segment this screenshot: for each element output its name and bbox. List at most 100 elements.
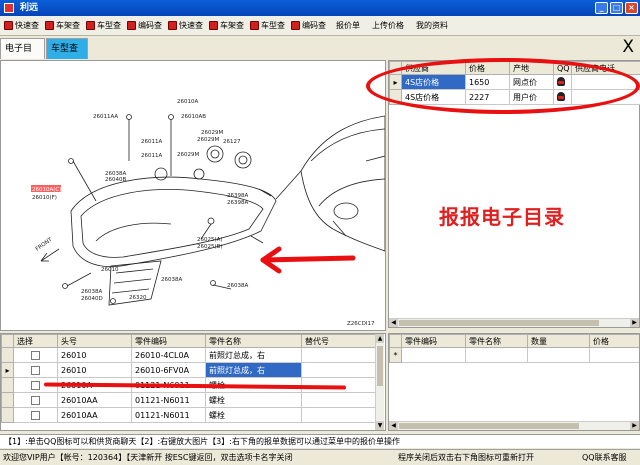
- scroll-right-icon[interactable]: ▶: [630, 422, 639, 430]
- part-code-cell[interactable]: 01121-N6011: [132, 393, 206, 408]
- close-button[interactable]: ×: [625, 2, 638, 14]
- scroll-left-icon[interactable]: ◀: [389, 319, 398, 327]
- alt-number-cell[interactable]: [302, 393, 378, 408]
- select-cell[interactable]: [14, 348, 58, 363]
- alt-number-cell[interactable]: [302, 348, 378, 363]
- detail-cell[interactable]: [402, 348, 466, 363]
- promo-text: 报报电子目录: [439, 201, 565, 230]
- diagram-label[interactable]: 26398A: [227, 200, 248, 206]
- diagram-label[interactable]: 26127: [223, 139, 241, 145]
- part-name-cell[interactable]: 螺栓: [206, 408, 302, 423]
- diagram-label[interactable]: 26040D: [81, 296, 103, 302]
- table-row[interactable]: 26010AA 01121-N6011 螺栓: [2, 408, 378, 423]
- head-number-cell[interactable]: 26010AA: [58, 393, 132, 408]
- diagram-label[interactable]: 26040B: [105, 177, 126, 183]
- select-checkbox[interactable]: [31, 351, 40, 360]
- column-header[interactable]: 数量: [528, 335, 590, 348]
- detail-cell[interactable]: [466, 348, 528, 363]
- select-checkbox[interactable]: [31, 366, 40, 375]
- diagram-label[interactable]: 26038A: [81, 289, 102, 295]
- select-cell[interactable]: [14, 408, 58, 423]
- select-cell[interactable]: [14, 393, 58, 408]
- diagram-label[interactable]: 26029M: [177, 152, 199, 158]
- column-header[interactable]: 头号: [58, 335, 132, 348]
- select-checkbox[interactable]: [31, 396, 40, 405]
- part-name-cell[interactable]: 前照灯总成，右: [206, 363, 302, 378]
- diagram-label[interactable]: 26010(F): [32, 195, 57, 201]
- scroll-thumb[interactable]: [377, 346, 383, 386]
- close-tab-icon[interactable]: X: [622, 37, 634, 57]
- diagram-label[interactable]: 26025(A): [197, 237, 223, 243]
- part-name-cell[interactable]: 螺栓: [206, 393, 302, 408]
- tab-model-search[interactable]: 车型查: [46, 38, 88, 59]
- parts-vertical-scrollbar[interactable]: ▲ ▼: [375, 334, 384, 430]
- alt-number-cell[interactable]: [302, 408, 378, 423]
- diagram-label[interactable]: 26010A(C): [32, 187, 61, 193]
- table-row[interactable]: 26010 26010-4CL0A 前照灯总成，右: [2, 348, 378, 363]
- tab-catalog[interactable]: 电子目录: [0, 38, 45, 59]
- toolbar-quote-button[interactable]: 报价单: [330, 17, 366, 35]
- diagram-label[interactable]: 26010: [101, 267, 119, 273]
- minimize-button[interactable]: _: [595, 2, 608, 14]
- supplier-horizontal-scrollbar[interactable]: ◀ ▶: [389, 318, 639, 327]
- diagram-label[interactable]: 26010A: [177, 99, 198, 105]
- detail-cell[interactable]: [590, 348, 640, 363]
- alt-number-cell[interactable]: [302, 363, 378, 378]
- select-cell[interactable]: [14, 363, 58, 378]
- toolbar-code-search-button-2[interactable]: 编码查: [289, 17, 330, 35]
- diagram-code: Z26CDI17: [347, 321, 375, 327]
- detail-horizontal-scrollbar[interactable]: ◀ ▶: [389, 421, 639, 430]
- scroll-down-icon[interactable]: ▼: [376, 421, 384, 430]
- scroll-up-icon[interactable]: ▲: [376, 334, 384, 343]
- select-checkbox[interactable]: [31, 381, 40, 390]
- detail-cell[interactable]: [528, 348, 590, 363]
- column-header[interactable]: 价格: [590, 335, 640, 348]
- toolbar-upload-price-button[interactable]: 上传价格: [366, 17, 410, 35]
- scroll-right-icon[interactable]: ▶: [630, 319, 639, 327]
- diagram-label[interactable]: 26011A: [141, 139, 162, 145]
- toolbar-my-profile-button[interactable]: 我的资料: [410, 17, 454, 35]
- app-icon: [4, 3, 14, 13]
- diagram-label[interactable]: 26025(B): [197, 244, 223, 250]
- diagram-label[interactable]: 26011AA: [93, 114, 118, 120]
- diagram-label[interactable]: 26029M: [201, 130, 223, 136]
- diagram-label[interactable]: 26038A: [227, 283, 248, 289]
- toolbar-model-search-button-2[interactable]: 车型查: [248, 17, 289, 35]
- diagram-label[interactable]: 26011A: [141, 153, 162, 159]
- table-row[interactable]: 26010AA 01121-N6011 螺栓: [2, 393, 378, 408]
- part-name-cell[interactable]: 前照灯总成，右: [206, 348, 302, 363]
- scroll-thumb[interactable]: [399, 423, 579, 429]
- head-number-cell[interactable]: 26010: [58, 348, 132, 363]
- column-header[interactable]: 替代号: [302, 335, 378, 348]
- column-header[interactable]: 零件名称: [466, 335, 528, 348]
- scroll-left-icon[interactable]: ◀: [389, 422, 398, 430]
- column-header[interactable]: 零件名称: [206, 335, 302, 348]
- parts-diagram[interactable]: 26010A 26011AA 26010AB 26029M 26029M 261…: [0, 60, 386, 331]
- part-code-cell[interactable]: 01121-N6011: [132, 408, 206, 423]
- diagram-label[interactable]: 26029M: [197, 137, 219, 143]
- column-header[interactable]: 零件编码: [402, 335, 466, 348]
- new-row[interactable]: *: [390, 348, 640, 363]
- part-code-cell[interactable]: 26010-6FV0A: [132, 363, 206, 378]
- table-row[interactable]: ▸ 26010 26010-6FV0A 前照灯总成，右: [2, 363, 378, 378]
- head-number-cell[interactable]: 26010: [58, 363, 132, 378]
- diagram-label[interactable]: 26038A: [161, 277, 182, 283]
- column-header[interactable]: 选择: [14, 335, 58, 348]
- toolbar-quick-search-button-2[interactable]: 快速查: [166, 17, 207, 35]
- part-code-cell[interactable]: 26010-4CL0A: [132, 348, 206, 363]
- toolbar-quick-search-button[interactable]: 快速查: [2, 17, 43, 35]
- toolbar-vin-search-button[interactable]: 车架查: [43, 17, 84, 35]
- scroll-thumb[interactable]: [399, 320, 599, 326]
- head-number-cell[interactable]: 26010AA: [58, 408, 132, 423]
- diagram-label[interactable]: 26320: [129, 295, 147, 301]
- diagram-label[interactable]: 26398A: [227, 193, 248, 199]
- tool-icon: [127, 21, 136, 30]
- toolbar-model-search-button[interactable]: 车型查: [84, 17, 125, 35]
- maximize-button[interactable]: □: [610, 2, 623, 14]
- toolbar-code-search-button[interactable]: 编码查: [125, 17, 166, 35]
- contact-support-link[interactable]: QQ联系客服: [582, 450, 627, 465]
- select-checkbox[interactable]: [31, 411, 40, 420]
- toolbar-vin-search-button-2[interactable]: 车架查: [207, 17, 248, 35]
- column-header[interactable]: 零件编码: [132, 335, 206, 348]
- diagram-label[interactable]: 26010AB: [181, 114, 206, 120]
